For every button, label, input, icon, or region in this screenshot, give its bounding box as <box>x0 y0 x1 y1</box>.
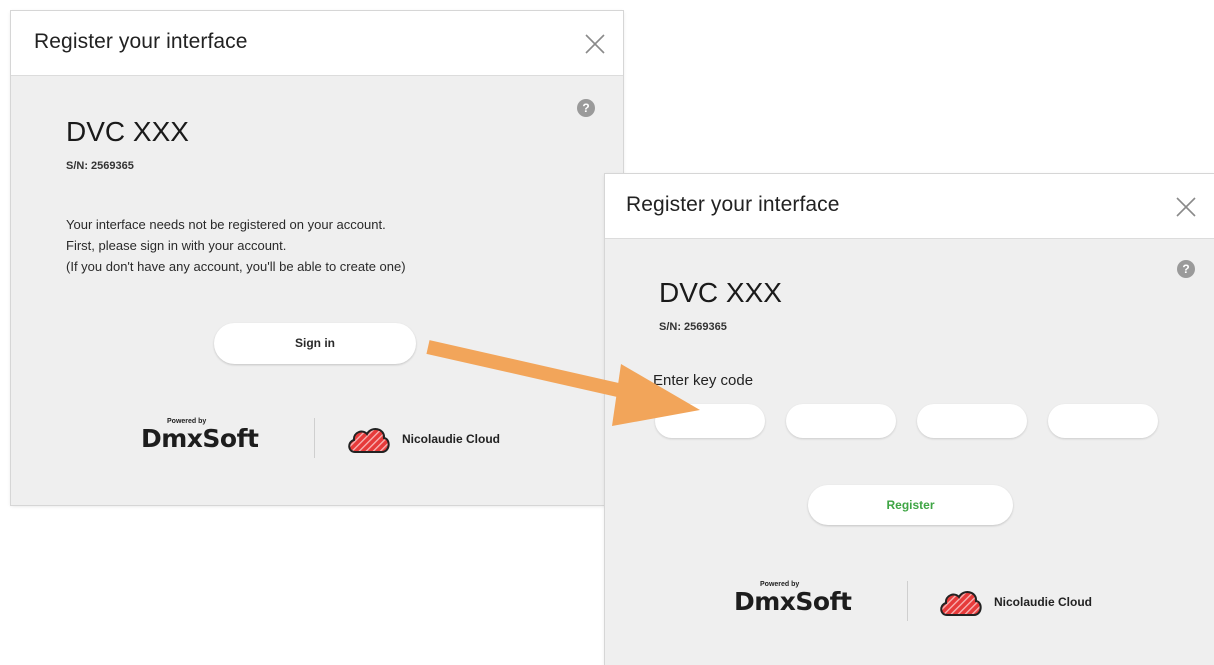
help-icon[interactable]: ? <box>1177 260 1195 278</box>
register-button[interactable]: Register <box>808 485 1013 525</box>
close-icon[interactable] <box>1175 196 1197 218</box>
serial-number: S/N: 2569365 <box>659 321 727 333</box>
serial-number: S/N: 2569365 <box>66 160 134 172</box>
nicolaudie-cloud-icon <box>348 428 390 453</box>
help-icon[interactable]: ? <box>577 99 595 117</box>
close-icon[interactable] <box>584 33 606 55</box>
device-name: DVC XXX <box>66 116 189 147</box>
nicolaudie-cloud-icon <box>940 591 982 616</box>
dmxsoft-logo: DmxSoft <box>141 424 259 453</box>
nicolaudie-cloud-label: Nicolaudie Cloud <box>994 595 1093 609</box>
key-code-field-1[interactable] <box>655 404 765 438</box>
dialog-header: Register your interface <box>605 174 1214 239</box>
register-dialog-keycode: Register your interface ? DVC XXX S/N: 2… <box>605 174 1214 665</box>
logo-divider <box>314 418 315 458</box>
message-line: (If you don't have any account, you'll b… <box>66 259 406 274</box>
device-name: DVC XXX <box>659 277 782 308</box>
message-line: First, please sign in with your account. <box>66 238 287 253</box>
dmxsoft-logo: DmxSoft <box>734 587 852 616</box>
dialog-header: Register your interface <box>11 11 623 76</box>
message-line: Your interface needs not be registered o… <box>66 217 386 232</box>
key-code-label: Enter key code <box>653 372 754 389</box>
sign-in-button[interactable]: Sign in <box>214 323 416 364</box>
nicolaudie-cloud-label: Nicolaudie Cloud <box>402 432 501 446</box>
key-code-field-2[interactable] <box>786 404 896 438</box>
register-dialog-signin: Register your interface ? DVC XXX S/N: 2… <box>11 11 623 505</box>
key-code-field-4[interactable] <box>1048 404 1158 438</box>
dialog-title: Register your interface <box>34 30 248 53</box>
key-code-field-3[interactable] <box>917 404 1027 438</box>
dialog-title: Register your interface <box>626 193 840 216</box>
registration-message: Your interface needs not be registered o… <box>66 214 406 277</box>
logo-divider <box>907 581 908 621</box>
